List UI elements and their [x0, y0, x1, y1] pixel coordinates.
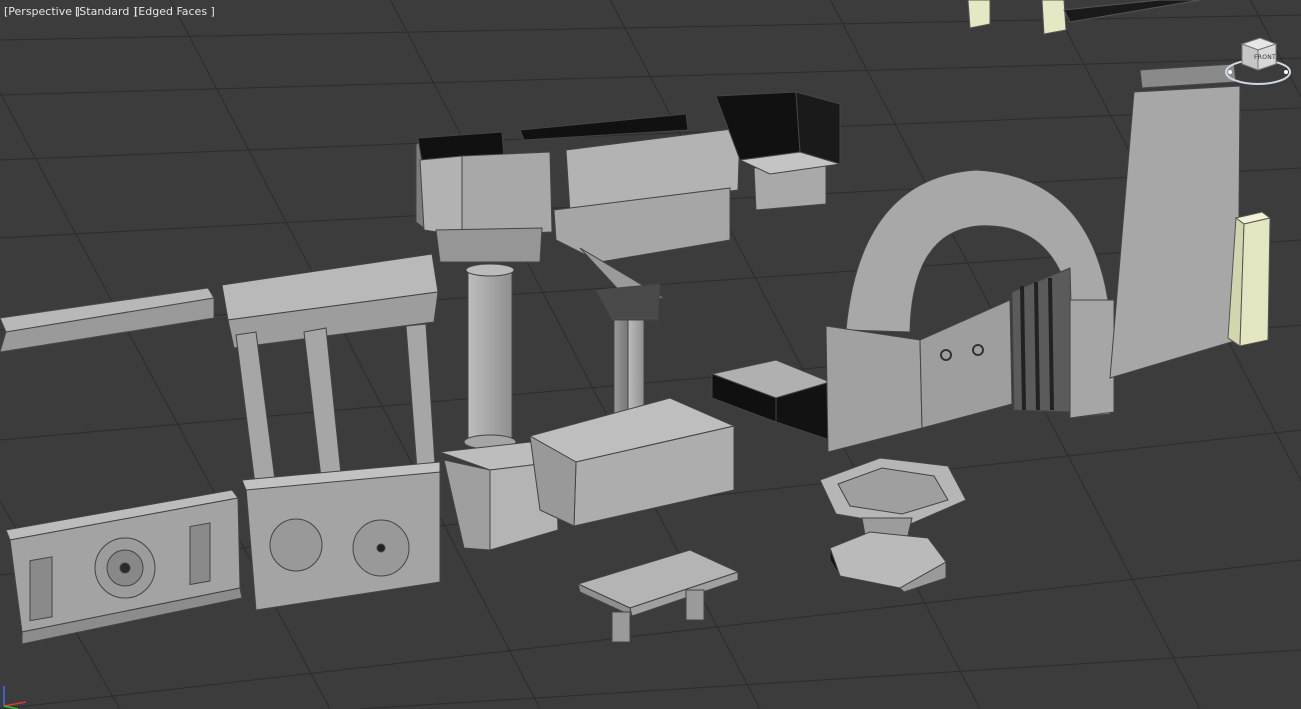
viewport-display-label[interactable]: [Edged Faces ]	[134, 5, 215, 19]
arched-gate-model[interactable]	[825, 169, 1115, 453]
bench-model[interactable]	[576, 549, 740, 643]
double-arch-model[interactable]	[519, 113, 741, 527]
fountain-model[interactable]	[819, 457, 967, 593]
selected-pillar-top-model[interactable]	[967, 0, 1201, 35]
viewcube-icon[interactable]	[1220, 32, 1292, 92]
viewport-view-label[interactable]: [Perspective ]	[4, 5, 80, 19]
perspective-viewport[interactable]: [Perspective ] [Standard ] [Edged Faces …	[0, 0, 1301, 709]
pavilion-model[interactable]	[221, 253, 441, 611]
long-beam-model[interactable]	[0, 287, 215, 353]
axis-tripod-icon	[3, 686, 27, 709]
viewcube-front-label[interactable]: FRONT	[1254, 54, 1276, 61]
wall-slab-model[interactable]	[1109, 63, 1241, 379]
viewport-shading-label[interactable]: [Standard ]	[75, 5, 137, 19]
balustrade-model[interactable]	[5, 489, 243, 645]
scene-canvas[interactable]	[0, 0, 1301, 709]
